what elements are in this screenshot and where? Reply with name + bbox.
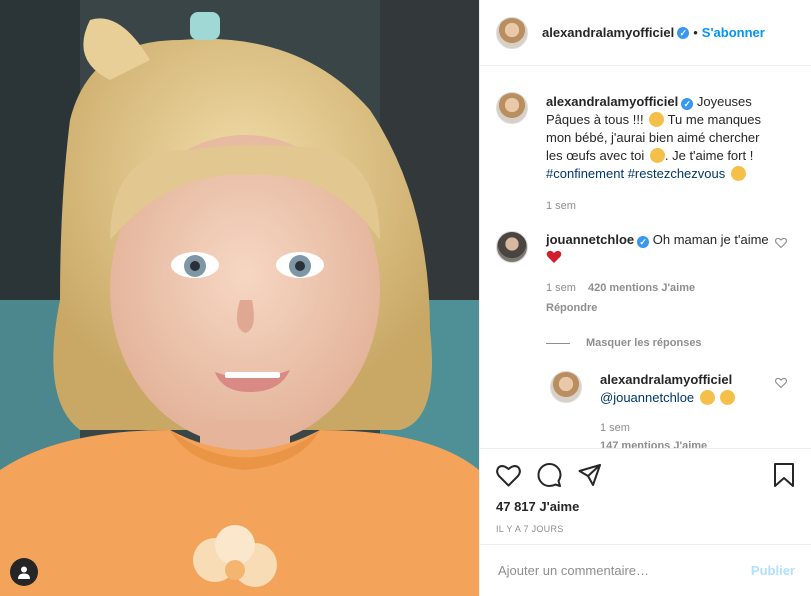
hashtag-confinement[interactable]: #confinement — [546, 166, 624, 181]
comment-meta: 1 sem 420 mentions J'aime Répondre — [546, 279, 771, 317]
post-sidebar: alexandralamyofficiel ✓ • S'abonner alex… — [479, 0, 811, 596]
separator-dot: • — [693, 25, 698, 40]
add-comment-bar: Publier — [480, 544, 811, 596]
comment-input[interactable] — [496, 562, 751, 579]
save-button[interactable] — [773, 462, 795, 488]
kiss-face-emoji-icon — [699, 390, 715, 405]
hashtag-restezchezvous[interactable]: #restezchezvous — [628, 166, 726, 181]
post-header: alexandralamyofficiel ✓ • S'abonner — [480, 0, 811, 66]
post-photo[interactable] — [0, 0, 479, 596]
heart-icon — [496, 464, 521, 486]
reply-likes[interactable]: 147 mentions J'aime — [600, 440, 707, 448]
reply-time[interactable]: 1 sem — [600, 422, 630, 434]
comment-icon — [537, 462, 562, 487]
author-avatar[interactable] — [496, 16, 528, 49]
commenter-avatar[interactable] — [496, 231, 528, 263]
hide-replies-toggle[interactable]: Masquer les réponses — [546, 337, 795, 349]
likes-count[interactable]: 47 817 J'aime — [496, 499, 795, 514]
post-image — [0, 0, 479, 596]
paper-plane-icon — [578, 464, 601, 486]
comment-button[interactable] — [537, 462, 562, 488]
sad-face-emoji-icon — [730, 166, 746, 181]
post-timestamp[interactable]: IL Y A 7 JOURS — [496, 524, 795, 534]
verified-badge-icon: ✓ — [677, 26, 690, 39]
heart-eyes-emoji-icon — [720, 390, 736, 405]
caption-username[interactable]: alexandralamyofficiel — [546, 94, 678, 109]
comment-likes[interactable]: 420 mentions J'aime — [588, 282, 695, 294]
user-tag-icon — [18, 566, 30, 579]
reply-item: alexandralamyofficiel @jouannetchloe 1 s… — [550, 371, 795, 448]
comment-time[interactable]: 1 sem — [546, 282, 576, 294]
bookmark-icon — [774, 463, 794, 487]
comments-list[interactable]: alexandralamyofficiel ✓ Joyeuses Pâques à… — [480, 66, 811, 448]
share-button[interactable] — [578, 463, 602, 487]
comment-text: Oh maman je t'aime — [652, 232, 769, 247]
like-button[interactable] — [496, 464, 521, 487]
caption-text-3: . Je t'aime fort ! — [664, 148, 757, 163]
reply-mention[interactable]: @jouannetchloe — [600, 390, 694, 405]
divider-line — [546, 342, 570, 344]
reply-username[interactable]: alexandralamyofficiel — [600, 372, 732, 387]
follow-button[interactable]: S'abonner — [702, 25, 765, 40]
caption-time[interactable]: 1 sem — [546, 197, 771, 215]
user-tag-button[interactable] — [10, 558, 38, 586]
hide-replies-label: Masquer les réponses — [586, 337, 702, 349]
post-actions: 47 817 J'aime IL Y A 7 JOURS — [480, 448, 811, 544]
reply-meta: 1 sem 147 mentions J'aime — [600, 419, 770, 448]
red-heart-emoji-icon — [546, 250, 562, 263]
sad-face-emoji-icon — [649, 148, 665, 163]
caption: alexandralamyofficiel ✓ Joyeuses Pâques à… — [496, 92, 795, 215]
like-comment-heart-icon[interactable] — [775, 237, 787, 249]
author-username[interactable]: alexandralamyofficiel — [542, 25, 674, 40]
comment-item: jouannetchloe ✓ Oh maman je t'aime 1 sem 4… — [496, 231, 795, 317]
action-icons — [496, 451, 795, 499]
caption-avatar[interactable] — [496, 92, 528, 124]
verified-badge-icon: ✓ — [637, 236, 650, 248]
verified-badge-icon: ✓ — [681, 98, 694, 110]
comment-username[interactable]: jouannetchloe — [546, 232, 634, 247]
like-reply-heart-icon[interactable] — [775, 377, 787, 389]
reply-button[interactable]: Répondre — [546, 299, 771, 317]
reply-avatar[interactable] — [550, 371, 582, 403]
publish-button[interactable]: Publier — [751, 563, 795, 578]
praying-hands-emoji-icon — [649, 112, 665, 127]
